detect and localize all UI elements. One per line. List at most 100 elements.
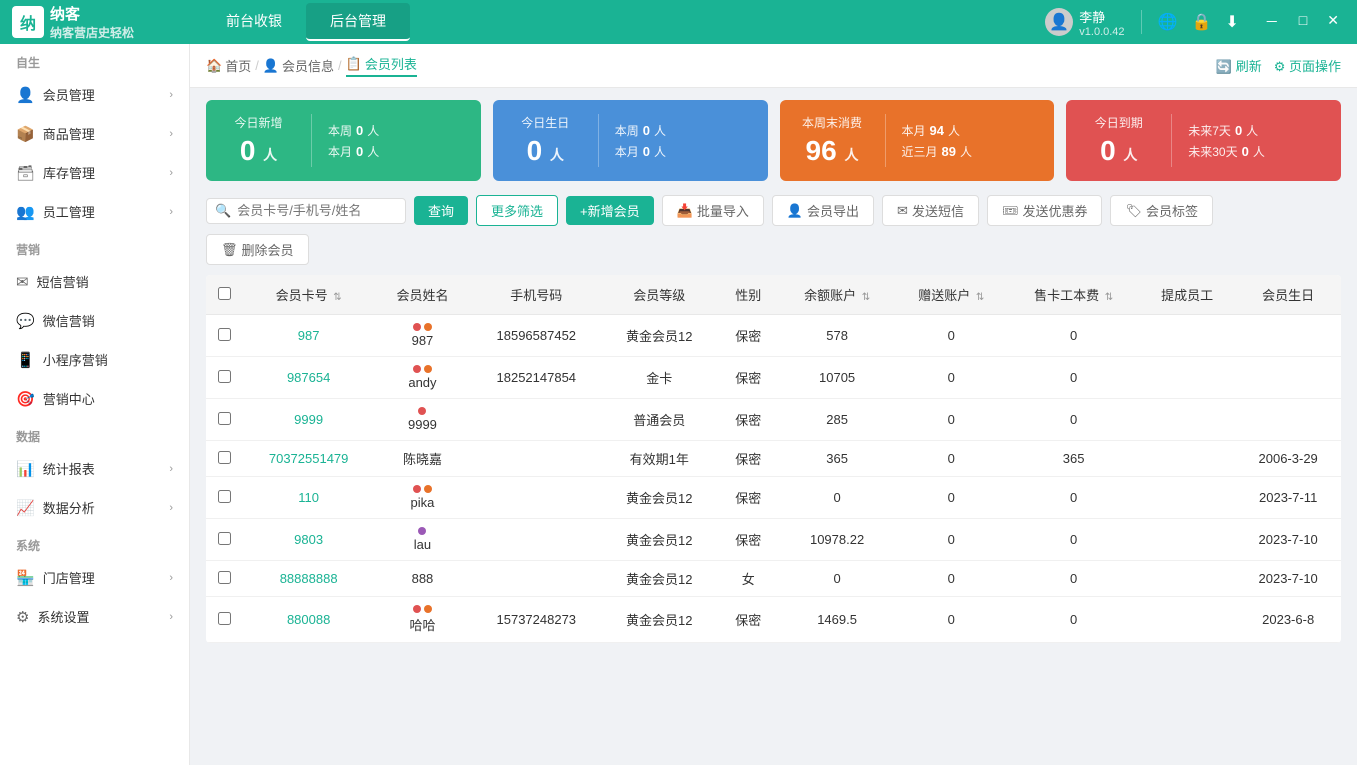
breadcrumb-left: 🏠 首页 / 👤 会员信息 / 📋 会员列表 xyxy=(206,54,417,77)
col-level: 会员等级 xyxy=(602,275,717,315)
breadcrumb-member-list[interactable]: 📋 会员列表 xyxy=(346,54,417,77)
stat-expire-unit: 人 xyxy=(1123,147,1137,163)
stat-consume-unit: 人 xyxy=(844,147,858,163)
sort-balance-icon[interactable]: ⇅ xyxy=(862,292,870,303)
stat-no-consume: 本周末消费 96 人 本月 94 人 近三月 89 人 xyxy=(780,100,1055,181)
member-card-no[interactable]: 880088 xyxy=(287,612,330,627)
sidebar-item-staff-mgmt[interactable]: 👥 员工管理 › xyxy=(0,192,189,231)
tab-backend[interactable]: 后台管理 xyxy=(306,3,410,41)
inventory-icon: 🗃 xyxy=(16,164,35,182)
member-gift: 0 xyxy=(894,597,1008,643)
row-checkbox-2[interactable] xyxy=(218,412,231,425)
member-phone xyxy=(471,561,602,597)
batch-import-button[interactable]: 📥 批量导入 xyxy=(662,195,764,226)
delete-member-button[interactable]: 🗑 删除会员 xyxy=(206,234,309,265)
col-sell-cost: 售卡工本费 ⇅ xyxy=(1008,275,1139,315)
sidebar-item-marketing-center[interactable]: 🎯 营销中心 xyxy=(0,379,189,418)
globe-icon[interactable]: 🌐 xyxy=(1158,12,1178,32)
settings-icon: ⚙ xyxy=(16,608,29,626)
breadcrumb-member-info[interactable]: 👤 会员信息 xyxy=(263,56,334,75)
member-sell-cost: 0 xyxy=(1008,357,1139,399)
member-card-no[interactable]: 9999 xyxy=(294,412,323,427)
sort-sellcost-icon[interactable]: ⇅ xyxy=(1105,292,1113,303)
page-ops-button[interactable]: ⚙ 页面操作 xyxy=(1274,56,1341,75)
stat-expire-30d-label: 未来30天 xyxy=(1188,143,1237,160)
member-balance: 0 xyxy=(780,561,894,597)
table-row: 987654andy18252147854金卡保密1070500 xyxy=(206,357,1341,399)
stat-expire-7d-val: 0 xyxy=(1235,123,1242,138)
row-checkbox-4[interactable] xyxy=(218,490,231,503)
sidebar-item-store-mgmt[interactable]: 🏪 门店管理 › xyxy=(0,558,189,597)
sidebar-section-system: 系统 xyxy=(0,527,189,558)
minimize-button[interactable]: － xyxy=(1259,10,1285,34)
tab-frontend[interactable]: 前台收银 xyxy=(202,3,306,41)
version: v1.0.0.42 xyxy=(1079,26,1124,38)
member-level: 金卡 xyxy=(602,357,717,399)
sidebar-item-product-mgmt[interactable]: 📦 商品管理 › xyxy=(0,114,189,153)
sidebar-item-stats[interactable]: 📊 统计报表 › xyxy=(0,449,189,488)
row-checkbox-0[interactable] xyxy=(218,328,231,341)
sidebar-item-sms[interactable]: ✉ 短信营销 xyxy=(0,262,189,301)
refresh-button[interactable]: 🔄 刷新 xyxy=(1216,56,1262,75)
member-gender: 保密 xyxy=(717,399,780,441)
member-table: 会员卡号 ⇅ 会员姓名 手机号码 会员等级 性别 余额账户 ⇅ 赠送账户 xyxy=(206,275,1341,643)
sidebar-item-system-settings[interactable]: ⚙ 系统设置 › xyxy=(0,597,189,636)
sidebar-label-miniapp: 小程序营销 xyxy=(43,350,108,369)
row-checkbox-6[interactable] xyxy=(218,571,231,584)
sms-icon: ✉ xyxy=(16,273,29,291)
member-dot xyxy=(424,605,432,613)
sidebar-item-inventory-mgmt[interactable]: 🗃 库存管理 › xyxy=(0,153,189,192)
breadcrumb-home[interactable]: 🏠 首页 xyxy=(206,56,251,75)
sidebar-item-member-mgmt[interactable]: 👤 会员管理 › xyxy=(0,75,189,114)
row-checkbox-1[interactable] xyxy=(218,370,231,383)
download-icon[interactable]: ⬇ xyxy=(1225,12,1238,32)
query-button[interactable]: 查询 xyxy=(414,196,468,225)
row-checkbox-3[interactable] xyxy=(218,451,231,464)
stats-row: 今日新增 0 人 本周 0 人 本月 0 人 xyxy=(206,100,1341,181)
maximize-button[interactable]: □ xyxy=(1293,10,1313,34)
table-row: 88888888888黄金会员12女0002023-7-10 xyxy=(206,561,1341,597)
import-icon: 📥 xyxy=(677,203,693,219)
member-card-no[interactable]: 987654 xyxy=(287,370,330,385)
member-card-no[interactable]: 9803 xyxy=(294,532,323,547)
member-card-no[interactable]: 70372551479 xyxy=(269,451,349,466)
sidebar-item-wechat[interactable]: 💬 微信营销 xyxy=(0,301,189,340)
search-input[interactable] xyxy=(237,203,387,218)
stat-new-month-val: 0 xyxy=(356,144,363,159)
member-card-no[interactable]: 987 xyxy=(298,328,320,343)
member-name: 888 xyxy=(412,571,434,586)
add-member-button[interactable]: +新增会员 xyxy=(566,196,654,225)
member-export-button[interactable]: 👤 会员导出 xyxy=(772,195,874,226)
row-checkbox-7[interactable] xyxy=(218,612,231,625)
sort-gift-icon[interactable]: ⇅ xyxy=(976,292,984,303)
sidebar-item-miniapp[interactable]: 📱 小程序营销 xyxy=(0,340,189,379)
breadcrumb-sep1: / xyxy=(255,58,259,73)
member-card-no[interactable]: 88888888 xyxy=(280,571,338,586)
close-button[interactable]: ✕ xyxy=(1321,10,1345,34)
member-gift: 0 xyxy=(894,441,1008,477)
member-birthday xyxy=(1235,315,1341,357)
select-all-checkbox[interactable] xyxy=(218,287,231,300)
member-name: lau xyxy=(414,537,431,552)
member-card-no[interactable]: 110 xyxy=(298,490,319,505)
member-list-icon: 📋 xyxy=(346,56,362,72)
member-birthday: 2023-7-10 xyxy=(1235,519,1341,561)
member-dot xyxy=(424,323,432,331)
stat-consume-label: 本周末消费 xyxy=(802,114,862,131)
sort-card-icon[interactable]: ⇅ xyxy=(333,292,341,303)
member-name: pika xyxy=(411,495,435,510)
lock-icon[interactable]: 🔒 xyxy=(1191,12,1211,32)
table-row: 99999999普通会员保密28500 xyxy=(206,399,1341,441)
member-gender: 保密 xyxy=(717,519,780,561)
stat-birthday-today: 今日生日 0 人 本周 0 人 本月 0 人 xyxy=(493,100,768,181)
sidebar-item-data-analysis[interactable]: 📈 数据分析 › xyxy=(0,488,189,527)
row-checkbox-5[interactable] xyxy=(218,532,231,545)
send-sms-button[interactable]: ✉ 发送短信 xyxy=(882,195,979,226)
more-filter-button[interactable]: 更多筛选 xyxy=(476,195,558,226)
member-tag-button[interactable]: 🏷 会员标签 xyxy=(1110,195,1213,226)
member-birthday xyxy=(1235,399,1341,441)
member-name-cell: andy xyxy=(386,365,458,390)
member-birthday: 2006-3-29 xyxy=(1235,441,1341,477)
member-dot xyxy=(413,323,421,331)
send-coupon-button[interactable]: 🎟 发送优惠券 xyxy=(987,195,1103,226)
